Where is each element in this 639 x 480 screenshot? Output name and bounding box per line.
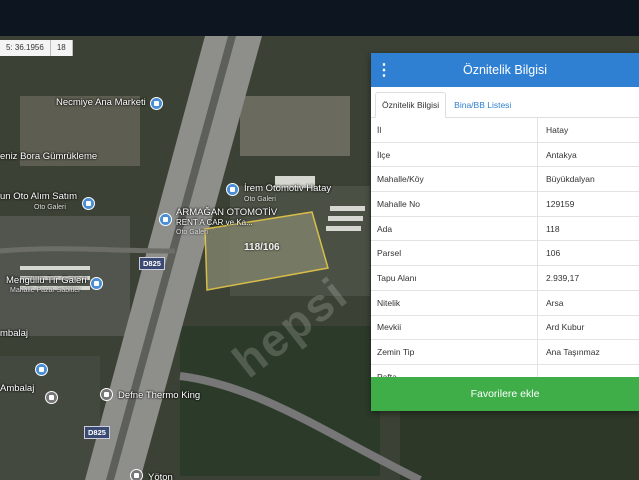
row-value: Büyükdalyan bbox=[546, 174, 595, 185]
poi-mengullu-sub: Mahalle Pazar Sabitler bbox=[10, 287, 81, 294]
shop-pin-icon[interactable] bbox=[35, 363, 48, 376]
row-value: Ana Taşınmaz bbox=[546, 347, 600, 358]
poi-defne-thermo-king[interactable]: Defne Thermo King bbox=[118, 390, 200, 401]
row-key: Nitelik bbox=[371, 290, 538, 315]
row-value: Hatay bbox=[546, 124, 569, 135]
poi-irem-otomotiv-sub: Oto Galeri bbox=[244, 196, 276, 203]
table-row: İlçe Antakya bbox=[371, 142, 639, 168]
row-value: 118 bbox=[546, 223, 560, 234]
poi-armagan-otomotiv[interactable]: ARMAĞAN OTOMOTİV bbox=[176, 207, 277, 218]
poi-mbalaj[interactable]: mbalaj bbox=[0, 328, 28, 339]
row-value: 129159 bbox=[546, 198, 575, 209]
poi-bora-gumrukleme[interactable]: eniz Bora Gümrükleme bbox=[0, 151, 97, 162]
row-value: Ard Kubur bbox=[546, 322, 585, 333]
row-value: Arsa bbox=[546, 297, 564, 308]
row-key: Mahalle/Köy bbox=[371, 167, 538, 192]
table-row: Mevkii Ard Kubur bbox=[371, 315, 639, 341]
car-pin-icon[interactable] bbox=[90, 277, 103, 290]
attribute-info-panel: ⋮ Öznitelik Bilgisi Öznitelik Bilgisi Bi… bbox=[371, 53, 639, 411]
place-pin-icon[interactable] bbox=[130, 469, 143, 480]
car-pin-icon[interactable] bbox=[82, 197, 95, 210]
table-row: Mahalle No 129159 bbox=[371, 192, 639, 217]
add-to-favorites-button[interactable]: Favorilere ekle bbox=[371, 377, 639, 411]
row-key: Ada bbox=[371, 216, 538, 241]
panel-header: ⋮ Öznitelik Bilgisi bbox=[371, 53, 639, 87]
parcel-label[interactable]: 118/106 bbox=[244, 242, 280, 253]
panel-tabs: Öznitelik Bilgisi Bina/BB Listesi bbox=[371, 87, 639, 118]
zoom-level: 18 bbox=[51, 40, 73, 56]
road-shield: D825 bbox=[139, 257, 165, 270]
row-key: İlçe bbox=[371, 142, 538, 167]
table-row: Ada 118 bbox=[371, 216, 639, 242]
row-key: İl bbox=[371, 118, 538, 142]
place-pin-icon[interactable] bbox=[45, 391, 58, 404]
tab-oznitelik-bilgisi[interactable]: Öznitelik Bilgisi bbox=[375, 92, 447, 118]
car-pin-icon[interactable] bbox=[226, 183, 239, 196]
poi-mengullu-tir-galeri[interactable]: Mengüllü Tır Galeri bbox=[6, 275, 87, 286]
row-key: Mahalle No bbox=[371, 192, 538, 216]
poi-armagan-otomotiv-sub: Oto Galeri bbox=[176, 229, 208, 236]
poi-ambalaj[interactable]: Ambalaj bbox=[0, 383, 34, 394]
table-row: Parsel 106 bbox=[371, 241, 639, 267]
row-key: Zemin Tip bbox=[371, 340, 538, 364]
shop-pin-icon[interactable] bbox=[150, 97, 163, 110]
poi-yoton[interactable]: Yöton bbox=[148, 472, 173, 480]
table-row: İl Hatay bbox=[371, 118, 639, 143]
row-value: 2.939,17 bbox=[546, 272, 580, 283]
road-shield: D825 bbox=[84, 426, 110, 439]
table-row: Nitelik Arsa bbox=[371, 290, 639, 316]
coordinate-value: 5: 36.1956 bbox=[0, 40, 51, 56]
table-row: Tapu Alanı 2.939,17 bbox=[371, 266, 639, 291]
row-value: Antakya bbox=[546, 149, 577, 160]
row-value: 106 bbox=[546, 248, 561, 259]
top-bar bbox=[0, 0, 639, 36]
attribute-table: İl Hatay İlçe Antakya Mahalle/Köy Büyükdaly… bbox=[371, 118, 639, 390]
poi-armagan-otomotiv-line2: RENT A CAR ve Ka... bbox=[176, 218, 253, 227]
vertical-dots-icon[interactable]: ⋮ bbox=[371, 53, 397, 87]
poi-oto-alim-satim[interactable]: un Oto Alım Satım bbox=[0, 191, 77, 202]
poi-irem-otomotiv[interactable]: İrem Otomotiv Hatay bbox=[244, 183, 331, 194]
car-pin-icon[interactable] bbox=[159, 213, 172, 226]
table-row: Zemin Tip Ana Taşınmaz bbox=[371, 340, 639, 365]
table-row: Mahalle/Köy Büyükdalyan bbox=[371, 167, 639, 193]
coordinate-readout: 5: 36.1956 18 bbox=[0, 40, 73, 56]
row-key: Tapu Alanı bbox=[371, 266, 538, 290]
row-key: Parsel bbox=[371, 241, 538, 266]
tab-bina-bb-listesi[interactable]: Bina/BB Listesi bbox=[448, 93, 517, 117]
panel-title: Öznitelik Bilgisi bbox=[462, 63, 548, 77]
poi-necmiye-ana-marketi[interactable]: Necmiye Ana Marketi bbox=[56, 97, 146, 108]
row-key: Mevkii bbox=[371, 315, 538, 340]
poi-oto-alim-satim-sub: Oto Galeri bbox=[34, 204, 66, 211]
place-pin-icon[interactable] bbox=[100, 388, 113, 401]
